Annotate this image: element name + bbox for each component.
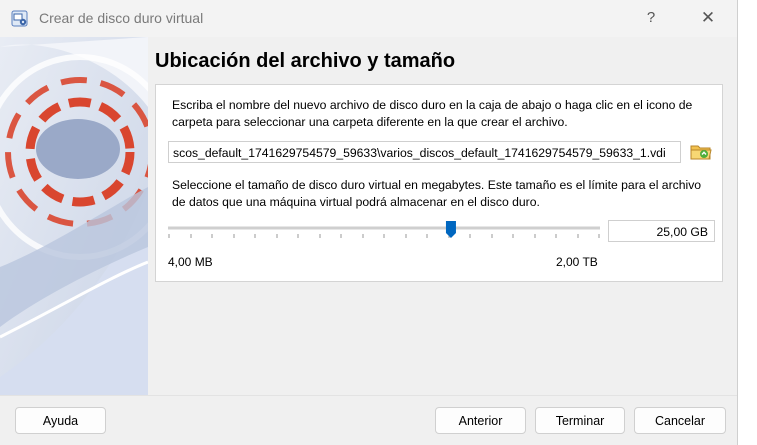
title-bar[interactable]: Crear de disco duro virtual ? ✕ [0,0,737,37]
folder-icon[interactable] [689,140,713,164]
file-path-input[interactable]: scos_default_1741629754579_59633\varios_… [168,141,681,163]
virtualbox-app-icon [11,10,28,27]
size-description: Seleccione el tamaño de disco duro virtu… [172,178,702,209]
slider-thumb[interactable] [445,221,456,238]
footer-divider [0,395,737,396]
background-window-strip [738,0,757,445]
back-button[interactable]: Anterior [435,407,526,434]
page-title: Ubicación del archivo y tamaño [155,50,456,72]
location-description: Escriba el nombre del nuevo archivo de d… [172,98,693,129]
create-virtual-hard-disk-dialog: Crear de disco duro virtual ? ✕ Ubicació… [0,0,738,445]
window-title: Crear de disco duro virtual [39,10,204,26]
size-slider[interactable] [168,221,600,247]
slider-max-label: 2,00 TB [556,255,598,269]
finish-button[interactable]: Terminar [535,407,625,434]
file-location-size-panel: Escriba el nombre del nuevo archivo de d… [155,84,723,282]
title-help-button[interactable]: ? [638,6,664,30]
size-value-input[interactable]: 25,00 GB [608,220,715,242]
cancel-button[interactable]: Cancelar [634,407,726,434]
wizard-side-artwork [0,37,148,395]
hard-disk-illustration [0,37,148,395]
slider-min-label: 4,00 MB [168,255,213,269]
close-icon[interactable]: ✕ [694,6,722,30]
help-button[interactable]: Ayuda [15,407,106,434]
